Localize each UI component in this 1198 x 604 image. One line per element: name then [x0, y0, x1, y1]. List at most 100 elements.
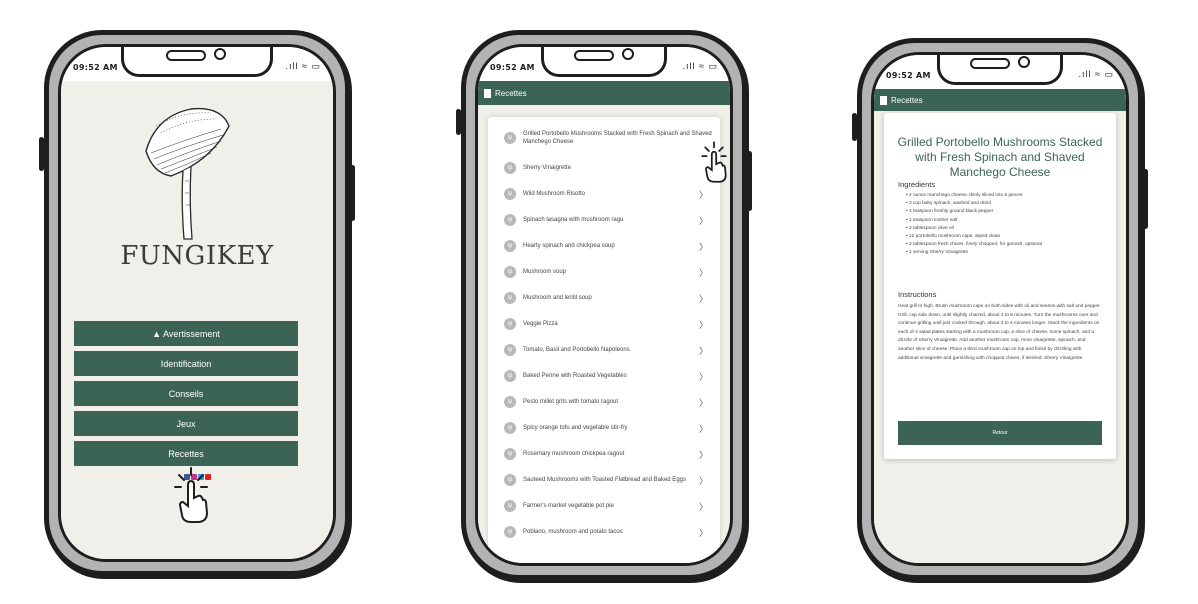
side-button-left-1	[39, 137, 44, 171]
recipe-list-item[interactable]: ψ Farmer's market vegetable pot pie 〉	[488, 493, 720, 519]
jeux-button[interactable]: Jeux	[74, 411, 298, 436]
fork-icon: ψ	[504, 132, 516, 144]
phone-screen-2: 09:52 AM .ıll ≈ ▭ Recettes ψ Grilled Port…	[475, 44, 733, 566]
chevron-right-icon: 〉	[698, 423, 708, 434]
ingredient-item: • 1 teaspoon freshly ground black pepper	[906, 209, 994, 215]
pointing-hand-icon	[174, 467, 209, 523]
side-button-left-2	[456, 109, 461, 135]
side-button-right-2	[747, 151, 752, 211]
ingredient-item: • 3 cup baby spinach, washed and dried	[906, 201, 991, 207]
chevron-right-icon: 〉	[698, 449, 708, 460]
ingredient-item: • 2 tablespoon fresh chives, finely chop…	[906, 242, 1042, 248]
chevron-right-icon: 〉	[698, 371, 708, 382]
chevron-right-icon: 〉	[698, 345, 708, 356]
app-brand-title: FUNGIKEY	[120, 241, 274, 271]
phone-screen-3: 09:52 AM .ıll ≈ ▭ Recettes Grilled Porto…	[871, 52, 1129, 566]
fork-icon: ψ	[504, 188, 516, 200]
status-time: 09:52 AM	[886, 71, 931, 80]
conseils-button[interactable]: Conseils	[74, 381, 298, 406]
signal-wifi-battery-icons: .ıll ≈ ▭	[285, 61, 321, 71]
fork-icon: ψ	[504, 526, 516, 538]
camera-icon	[214, 48, 226, 60]
side-button-left-3	[852, 113, 857, 141]
chevron-right-icon: 〉	[698, 319, 708, 330]
recipe-detail-card: Grilled Portobello Mushrooms Stacked wit…	[884, 113, 1116, 459]
recipe-list-item[interactable]: ψ Sauteed Mushrooms with Toasted Flatbrea…	[488, 467, 720, 493]
ingredient-item: • 2 tablespoon olive oil	[906, 225, 954, 231]
recipe-list-item[interactable]: ψ Spinach lasagna with mushroom ragu 〉	[488, 207, 720, 233]
chevron-right-icon: 〉	[698, 475, 708, 486]
status-bar: 09:52 AM .ıll ≈ ▭	[478, 47, 730, 81]
fork-icon: ψ	[504, 422, 516, 434]
instructions-text: Heat grill to high. Brush mushroom caps …	[898, 304, 1101, 361]
chevron-right-icon: 〉	[698, 189, 708, 200]
status-bar: 09:52 AM .ıll ≈ ▭	[61, 47, 333, 81]
ingredients-list: • 4 ounce manchego cheese, thinly sliced…	[906, 192, 1042, 258]
ingredient-item: • 12 portobello mushroom caps, wiped cle…	[906, 234, 1001, 240]
recipe-list-item[interactable]: ψ Mushroom soup 〉	[488, 259, 720, 285]
fork-icon: ψ	[504, 500, 516, 512]
camera-icon	[1018, 56, 1030, 68]
chevron-right-icon: 〉	[698, 241, 708, 252]
back-button[interactable]: Retour	[898, 421, 1102, 445]
recipe-list-item[interactable]: ψ Tomato, Basil and Portobello Napoleons 〉	[488, 337, 720, 363]
status-bar: 09:52 AM .ıll ≈ ▭	[874, 55, 1126, 89]
recipe-list-item[interactable]: ψ Hearty spinach and chickpea soup 〉	[488, 233, 720, 259]
fork-icon: ψ	[504, 448, 516, 460]
ingredient-item: • 4 ounce manchego cheese, thinly sliced…	[906, 193, 1023, 198]
recettes-button[interactable]: Recettes	[74, 441, 298, 466]
ingredient-item: • 1 teaspoon kosher salt	[906, 217, 958, 223]
phone-mockup-1: 09:52 AM .ıll ≈ ▭ FUNGIKEY ▲ Avertisseme…	[39, 30, 355, 576]
app-icon	[880, 95, 887, 105]
avertissement-button[interactable]: ▲ Avertissement	[74, 321, 298, 346]
fork-icon: ψ	[504, 344, 516, 356]
phone-notch	[541, 47, 667, 77]
recipe-list-item[interactable]: ψ Pesto millet grits with tomato ragout 〉	[488, 389, 720, 415]
mushroom-illustration-icon	[145, 107, 230, 240]
chevron-right-icon: 〉	[698, 501, 708, 512]
recipe-list-item[interactable]: ψ Mushroom and lentil soup 〉	[488, 285, 720, 311]
phone-mockup-2: 09:52 AM .ıll ≈ ▭ Recettes ψ Grilled Port…	[456, 30, 752, 580]
instructions-heading: Instructions	[898, 290, 937, 299]
phone-notch	[937, 55, 1063, 85]
fork-icon: ψ	[504, 318, 516, 330]
phone-mockup-3: 09:52 AM .ıll ≈ ▭ Recettes Grilled Porto…	[852, 38, 1148, 580]
recipe-list: ψ Grilled Portobello Mushrooms Stacked wi…	[488, 117, 720, 563]
speaker-icon	[970, 58, 1010, 69]
recipe-list-item[interactable]: ψ Rosemary mushroom chickpea ragout 〉	[488, 441, 720, 467]
chevron-right-icon: 〉	[698, 267, 708, 278]
recipe-list-item[interactable]: ψ Baked Penne with Roasted Vegetables 〉	[488, 363, 720, 389]
fork-icon: ψ	[504, 266, 516, 278]
signal-wifi-battery-icons: .ıll ≈ ▭	[1078, 69, 1114, 79]
ingredients-heading: Ingredients	[898, 180, 936, 189]
speaker-icon	[166, 50, 206, 61]
fork-icon: ψ	[504, 162, 516, 174]
side-button-right-3	[1143, 169, 1148, 229]
status-time: 09:52 AM	[490, 63, 535, 72]
recipe-list-item[interactable]: ψ Poblano, mushroom and potato tacos 〉	[488, 519, 720, 545]
status-time: 09:52 AM	[73, 63, 118, 72]
recipe-list-screen: Recettes ψ Grilled Portobello Mushrooms S…	[478, 81, 730, 563]
app-bar: Recettes	[478, 81, 730, 105]
recipe-title: Grilled Portobello Mushrooms Stacked wit…	[897, 135, 1103, 179]
speaker-icon	[574, 50, 614, 61]
recipe-list-item[interactable]: ψ Spicy orange tofu and vegetable stir-fr…	[488, 415, 720, 441]
recipe-list-item[interactable]: ψ Sherry Vinaigrette	[488, 155, 720, 181]
app-bar: Recettes	[874, 89, 1126, 111]
recipe-list-item[interactable]: ψ Veggie Pizza 〉	[488, 311, 720, 337]
chevron-right-icon: 〉	[698, 215, 708, 226]
recipe-list-item[interactable]: ψ Grilled Portobello Mushrooms Stacked wi…	[488, 123, 720, 153]
side-button-right-1	[350, 165, 355, 221]
fork-icon: ψ	[504, 292, 516, 304]
camera-icon	[622, 48, 634, 60]
fork-icon: ψ	[504, 396, 516, 408]
recipe-list-item[interactable]: ψ Wild Mushroom Risotto 〉	[488, 181, 720, 207]
chevron-right-icon: 〉	[698, 527, 708, 538]
signal-wifi-battery-icons: .ıll ≈ ▭	[682, 61, 718, 71]
app-icon	[484, 88, 491, 98]
fork-icon: ψ	[504, 370, 516, 382]
chevron-right-icon: 〉	[698, 293, 708, 304]
phone-notch	[121, 47, 273, 77]
pointing-hand-icon	[701, 141, 727, 183]
identification-button[interactable]: Identification	[74, 351, 298, 376]
